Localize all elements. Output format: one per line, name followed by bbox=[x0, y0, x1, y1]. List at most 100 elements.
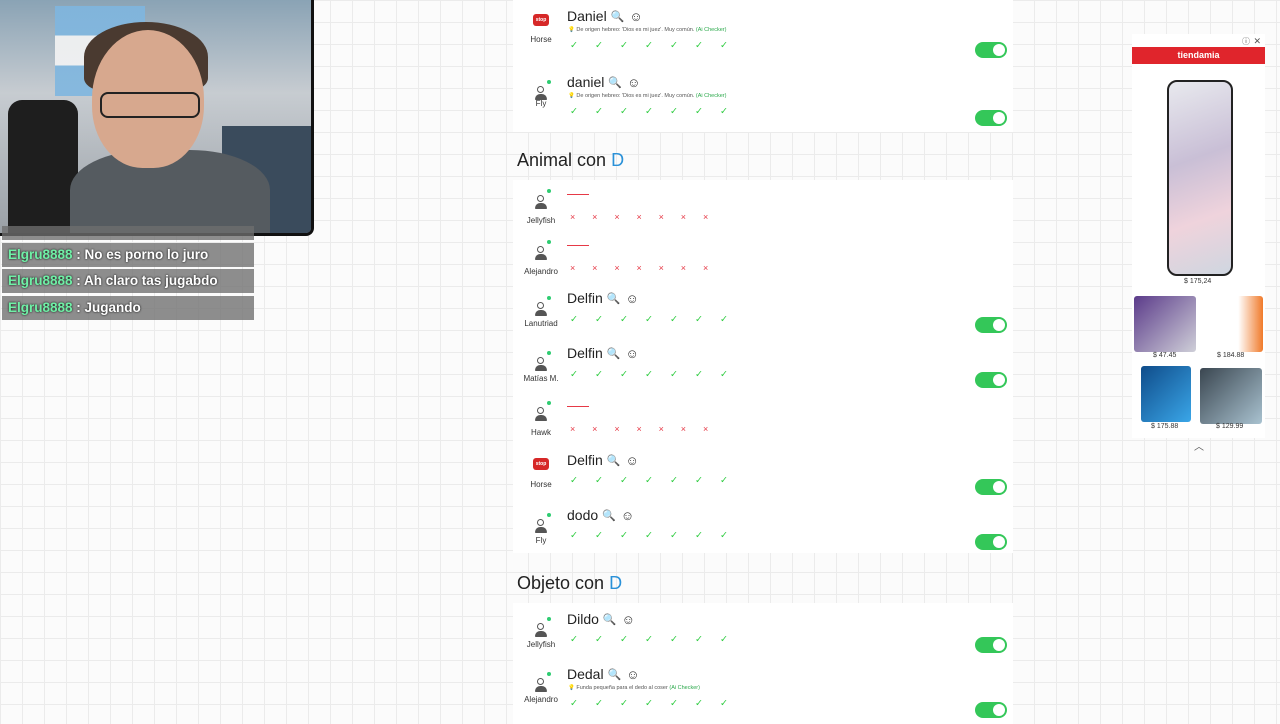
player-avatar: stop bbox=[528, 12, 554, 28]
player-avatar bbox=[528, 351, 554, 372]
word-row: Daniel 🔍 ☺ bbox=[567, 8, 643, 24]
valid-toggle[interactable] bbox=[975, 637, 1007, 653]
search-icon[interactable]: 🔍 bbox=[607, 292, 621, 305]
category-letter: D bbox=[611, 150, 625, 170]
vote-crosses: × × × × × × × bbox=[570, 263, 716, 273]
player-name: Alejandro bbox=[524, 267, 558, 276]
ai-checker-label: (Ai Checker) bbox=[695, 93, 727, 99]
chat-text: No es porno lo juro bbox=[84, 246, 209, 262]
definition-text: Funda pequeña para el dedo al coser bbox=[576, 685, 668, 691]
chat-username: Elgru8888 bbox=[8, 246, 73, 262]
player-name: Fly bbox=[535, 99, 547, 108]
answer-word: dodo bbox=[567, 507, 599, 523]
close-icon[interactable]: ✕ bbox=[1253, 36, 1261, 47]
category-title: Animal con D bbox=[513, 140, 1013, 180]
empty-answer-dash bbox=[567, 194, 589, 195]
search-icon[interactable]: 🔍 bbox=[607, 347, 621, 360]
chat-username: Elgru8888 bbox=[8, 273, 73, 288]
ad-product-image[interactable] bbox=[1200, 368, 1262, 424]
brand-avatar-icon: stop bbox=[533, 14, 549, 26]
answer-word: daniel bbox=[567, 74, 605, 90]
player-name: Lanutriad bbox=[524, 319, 558, 328]
smiley-icon[interactable]: ☺ bbox=[622, 612, 635, 627]
player-name: Horse bbox=[530, 35, 552, 44]
person-icon bbox=[533, 617, 551, 638]
vote-checks: ✓ ✓ ✓ ✓ ✓ ✓ ✓ bbox=[570, 634, 736, 645]
ad-brand-bar[interactable]: tiendamia bbox=[1132, 47, 1265, 64]
chevron-up-icon[interactable]: ︿ bbox=[1190, 438, 1208, 454]
previous-category-card: stop Horse Daniel 🔍 ☺ 💡 De origen hebreo: … bbox=[513, 0, 1013, 132]
smiley-icon[interactable]: ☺ bbox=[626, 346, 639, 361]
answer-word: Delfin bbox=[567, 345, 603, 361]
chat-separator: : bbox=[72, 273, 85, 288]
answer-row: stop Horse Daniel 🔍 ☺ 💡 De origen hebreo: … bbox=[513, 0, 1013, 66]
person-icon bbox=[533, 189, 551, 210]
valid-toggle[interactable] bbox=[975, 479, 1007, 495]
chat-line-cut bbox=[2, 226, 254, 240]
chat-text: Jugando bbox=[84, 299, 141, 315]
person-icon bbox=[533, 672, 551, 693]
player-avatar bbox=[528, 672, 554, 693]
brand-avatar-icon: stop bbox=[533, 458, 549, 470]
player-avatar bbox=[528, 240, 554, 261]
empty-answer-dash bbox=[567, 406, 589, 407]
definition-text: De origen hebreo: 'Dios es mi juez'. Muy… bbox=[576, 27, 695, 33]
category-card: Jellyfish Dildo 🔍 ☺ ✓ ✓ ✓ ✓ ✓ ✓ ✓ Alejandr… bbox=[513, 603, 1013, 724]
player-avatar bbox=[528, 189, 554, 210]
ad-phone-image[interactable] bbox=[1167, 80, 1233, 276]
ad-product-image[interactable] bbox=[1201, 296, 1263, 352]
category-prefix: Objeto con bbox=[517, 573, 605, 593]
vote-checks: ✓ ✓ ✓ ✓ ✓ ✓ ✓ bbox=[570, 106, 736, 117]
valid-toggle[interactable] bbox=[975, 317, 1007, 333]
player-name: Jellyfish bbox=[526, 640, 556, 649]
smiley-icon[interactable]: ☺ bbox=[626, 667, 639, 682]
smiley-icon[interactable]: ☺ bbox=[626, 453, 639, 468]
ad-price: $ 129.99 bbox=[1216, 423, 1244, 430]
player-name: Horse bbox=[530, 480, 552, 489]
ad-banner[interactable]: ⓘ ✕ tiendamia $ 175,24 $ 47.45 $ 184.88 … bbox=[1132, 34, 1265, 438]
valid-toggle[interactable] bbox=[975, 372, 1007, 388]
answer-word: Delfin bbox=[567, 452, 603, 468]
valid-toggle[interactable] bbox=[975, 110, 1007, 126]
ad-price: $ 47.45 bbox=[1153, 352, 1177, 359]
valid-toggle[interactable] bbox=[975, 702, 1007, 718]
chat-message: Elgru8888 : No es porno lo juro bbox=[2, 242, 254, 267]
vote-checks: ✓ ✓ ✓ ✓ ✓ ✓ ✓ bbox=[570, 530, 736, 541]
category-prefix: Animal con bbox=[517, 150, 607, 170]
person-icon bbox=[533, 401, 551, 422]
smiley-icon[interactable]: ☺ bbox=[621, 508, 634, 523]
info-icon[interactable]: ⓘ bbox=[1242, 36, 1250, 47]
player-avatar bbox=[528, 296, 554, 317]
player-avatar bbox=[528, 617, 554, 638]
ad-product-image[interactable] bbox=[1141, 366, 1191, 422]
smiley-icon[interactable]: ☺ bbox=[629, 9, 642, 24]
search-icon[interactable]: 🔍 bbox=[607, 454, 621, 467]
category-title: Objeto con D bbox=[513, 563, 1013, 603]
smiley-icon[interactable]: ☺ bbox=[627, 75, 640, 90]
search-icon[interactable]: 🔍 bbox=[603, 613, 617, 626]
search-icon[interactable]: 🔍 bbox=[608, 668, 622, 681]
answer-row: Fly dodo 🔍 ☺ ✓ ✓ ✓ ✓ ✓ ✓ ✓ bbox=[513, 499, 1013, 553]
smiley-icon[interactable]: ☺ bbox=[626, 291, 639, 306]
answer-word: Daniel bbox=[567, 8, 607, 24]
answer-row: Jellyfish Dildo 🔍 ☺ ✓ ✓ ✓ ✓ ✓ ✓ ✓ bbox=[513, 603, 1013, 658]
search-icon[interactable]: 🔍 bbox=[608, 76, 622, 89]
valid-toggle[interactable] bbox=[975, 534, 1007, 550]
search-icon[interactable]: 🔍 bbox=[602, 509, 616, 522]
ad-price: $ 184.88 bbox=[1217, 352, 1245, 359]
answer-row: Matías M. Delfin 🔍 ☺ ✓ ✓ ✓ ✓ ✓ ✓ ✓ bbox=[513, 337, 1013, 392]
word-row: Dildo 🔍 ☺ bbox=[567, 611, 635, 627]
ai-checker-label: (Ai Checker) bbox=[669, 685, 700, 691]
valid-toggle[interactable] bbox=[975, 42, 1007, 58]
word-row: Delfin 🔍 ☺ bbox=[567, 345, 639, 361]
word-row: Delfin 🔍 ☺ bbox=[567, 290, 639, 306]
chat-text: Ah claro tas jugabdo bbox=[84, 273, 218, 288]
ai-checker-label: (Ai Checker) bbox=[695, 27, 727, 33]
search-icon[interactable]: 🔍 bbox=[611, 10, 625, 23]
ad-product-image[interactable] bbox=[1134, 296, 1196, 352]
gaming-chair bbox=[8, 100, 78, 233]
definition: 💡 Funda pequeña para el dedo al coser (A… bbox=[568, 685, 700, 691]
vote-checks: ✓ ✓ ✓ ✓ ✓ ✓ ✓ bbox=[570, 40, 736, 51]
category-letter: D bbox=[609, 573, 623, 593]
player-name: Matías M. bbox=[523, 374, 559, 383]
